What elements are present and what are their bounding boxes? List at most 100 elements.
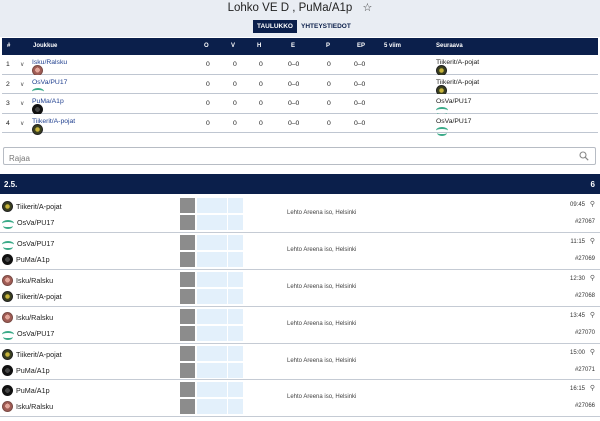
period-score-cell [212,215,227,230]
next-opponent[interactable]: Tiikerit/A-pojat [436,79,479,96]
match-row[interactable]: Isku/Ralsku Tiikerit/A-pojat Lehto Areena … [0,270,600,307]
next-opponent[interactable]: OsVa/PU17 [436,118,471,136]
chevron-down-icon[interactable]: ∨ [20,100,24,107]
match-row[interactable]: Isku/Ralsku OsVa/PU17 Lehto Areena iso, He… [0,307,600,344]
period-score-cell [228,215,243,230]
stat-played: 0 [206,100,210,107]
stat-wins: 0 [233,100,237,107]
period-score-cell [212,325,227,341]
puma-logo-icon [2,253,13,265]
home-team: Tiikerit/A-pojat [2,348,62,360]
col-header-e: E [291,43,296,49]
search-icon[interactable] [579,151,589,161]
home-team: PuMa/A1p [2,385,50,397]
stat-played: 0 [206,80,210,88]
home-team-name: Tiikerit/A-pojat [16,202,62,211]
period-score-cell [197,215,212,230]
match-row[interactable]: Tiikerit/A-pojat PuMa/A1p Lehto Areena iso… [0,344,600,381]
page-title-row: Lohko VE D , PuMa/A1p ☆ [0,1,600,15]
col-header-pos: # [7,43,11,49]
match-venue: Lehto Areena iso, Helsinki [287,283,357,290]
stat-ep: 0–0 [354,119,366,127]
standings-row[interactable]: 1 ∨ Isku/Ralsku 0 0 0 0–0 0 0–0 Tiikerit/A-pojat [2,55,598,76]
match-time: 12:30 [569,275,585,282]
pin-icon[interactable]: ⚲ [590,200,595,208]
chevron-down-icon[interactable]: ∨ [20,61,24,68]
stat-draws: 0 [259,61,263,68]
period-score-cell [212,234,227,250]
away-team-name: PuMa/A1p [16,254,50,264]
period-score-cell [212,271,227,287]
next-opponent[interactable]: OsVa/PU17 [436,98,471,116]
filter-input[interactable] [4,150,564,167]
period-score-cell [197,382,212,398]
stat-points: 0 [327,119,331,127]
team-cell[interactable]: Tiikerit/A-pojat [32,118,75,135]
away-team: OsVa/PU17 [2,217,55,229]
period-score-cell [228,345,243,361]
stat-wins: 0 [233,61,237,68]
away-team-name: OsVa/PU17 [17,218,55,227]
team-cell[interactable]: PuMa/A1p [32,98,64,115]
home-team-name: OsVa/PU17 [17,238,55,248]
tiikerit-logo-icon [32,123,43,135]
team-cell[interactable]: OsVa/PU17 [32,79,67,97]
team-cell[interactable]: Isku/Ralsku [32,59,67,76]
col-header-next: Seuraava [436,43,463,49]
stat-ep: 0–0 [354,61,366,68]
pin-icon[interactable]: ⚲ [590,237,595,245]
period-score-cell [228,234,243,250]
match-venue: Lehto Areena iso, Helsinki [287,246,357,253]
tab-taulukko[interactable]: TAULUKKO [253,20,297,33]
match-row[interactable]: Tiikerit/A-pojat OsVa/PU17 Lehto Areena is… [0,196,600,233]
match-row[interactable]: PuMa/A1p Isku/Ralsku Lehto Areena iso, Hel… [0,380,600,418]
match-row[interactable]: OsVa/PU17 PuMa/A1p Lehto Areena iso, Helsi… [0,233,600,270]
period-score-cell [228,251,243,267]
home-score-box [180,234,195,250]
row-position: 2 [6,80,10,88]
col-header-p: P [326,43,331,49]
period-score-cell [197,325,212,341]
standings-row[interactable]: 2 ∨ OsVa/PU17 0 0 0 0–0 0 0–0 Tiikerit/A-pojat [2,74,598,97]
round-match-count: 6 [590,180,595,189]
stat-draws: 0 [259,119,263,127]
next-opponent[interactable]: Tiikerit/A-pojat [436,59,479,76]
period-score-cell [197,288,212,304]
match-list: Tiikerit/A-pojat OsVa/PU17 Lehto Areena is… [0,196,600,418]
period-score-cell [212,345,227,361]
away-team-name: OsVa/PU17 [17,328,55,338]
col-header-team: Joukkue [33,43,58,49]
match-time: 09:45 [569,202,585,208]
chevron-down-icon[interactable]: ∨ [20,120,24,127]
home-team: Isku/Ralsku [2,274,53,286]
tiikerit-logo-icon [2,348,13,360]
standings-row[interactable]: 4 ∨ Tiikerit/A-pojat 0 0 0 0–0 0 0–0 OsVa/PU17 [2,113,598,136]
tab-yhteystiedot[interactable]: YHTEYSTIEDOT [297,20,355,33]
stat-draws: 0 [259,100,263,107]
stat-ep: 0–0 [354,80,366,88]
isku-logo-icon [2,311,13,323]
match-time: 15:00 [569,349,585,356]
away-score-box [180,362,195,378]
pin-icon[interactable]: ⚲ [590,274,595,282]
pin-icon[interactable]: ⚲ [590,311,595,319]
isku-logo-icon [2,401,13,413]
period-score-cell [212,198,227,213]
period-score-cell [212,362,227,378]
stat-goals: 0–0 [288,119,300,127]
standings-row[interactable]: 3 ∨ PuMa/A1p 0 0 0 0–0 0 0–0 OsVa/PU17 [2,94,598,116]
round-name: 2.5. [4,180,18,189]
stat-points: 0 [327,100,331,107]
pin-icon[interactable]: ⚲ [590,384,595,392]
away-score-box [180,399,195,415]
away-score-box [180,325,195,341]
match-time: 11:15 [570,238,585,245]
col-header-ep: EP [357,43,366,49]
home-team: Tiikerit/A-pojat [2,201,62,212]
pin-icon[interactable]: ⚲ [590,348,595,356]
chevron-down-icon[interactable]: ∨ [20,81,24,88]
match-venue: Lehto Areena iso, Helsinki [287,320,357,327]
star-outline-icon[interactable]: ☆ [362,1,372,15]
filter-field[interactable] [3,147,596,167]
away-score-box [180,251,195,267]
